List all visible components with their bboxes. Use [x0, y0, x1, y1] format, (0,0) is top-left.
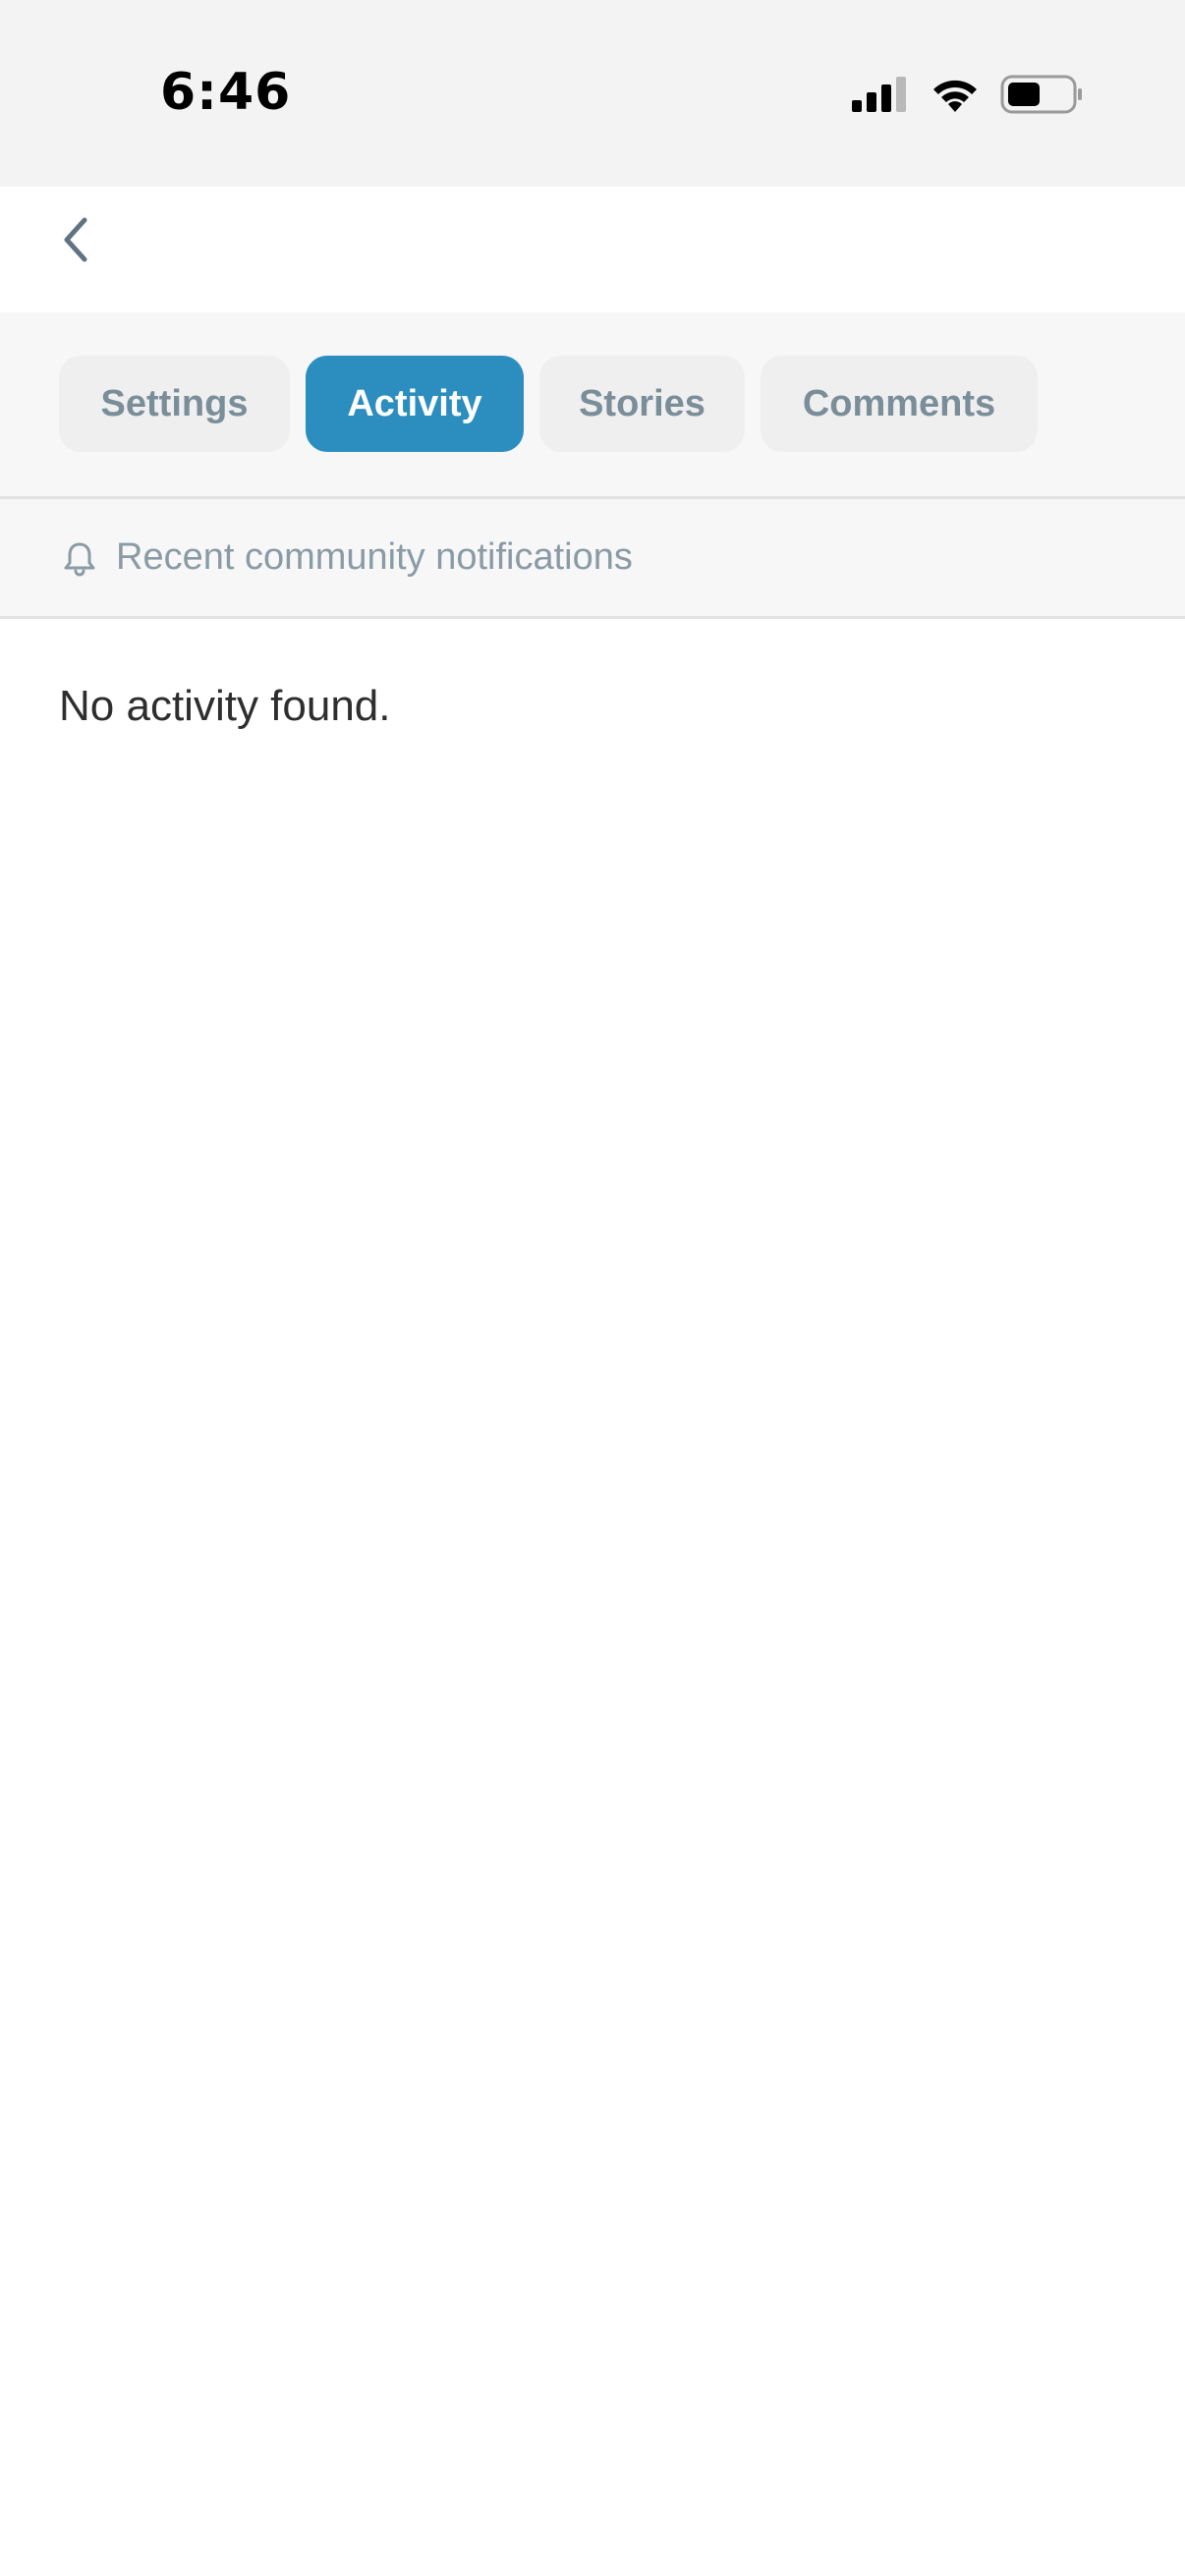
chevron-left-icon — [64, 217, 87, 262]
tab-stories[interactable]: Stories — [539, 356, 745, 452]
bell-icon — [64, 542, 95, 576]
tab-settings[interactable]: Settings — [59, 356, 290, 452]
tab-activity[interactable]: Activity — [306, 356, 524, 452]
tab-comments[interactable]: Comments — [761, 356, 1038, 452]
signal-icon — [852, 77, 906, 112]
back-button[interactable] — [51, 210, 100, 269]
tab-strip: Settings Activity Stories Comments — [0, 312, 1185, 499]
battery-icon — [1000, 75, 1082, 114]
wifi-icon — [933, 80, 977, 112]
status-bar: 6:46 — [0, 0, 1185, 187]
empty-state-message: No activity found. — [59, 682, 391, 730]
notifications-subheader: Recent community notifications — [0, 499, 1185, 619]
status-time: 6:46 — [160, 63, 292, 122]
subheader-text: Recent community notifications — [116, 536, 633, 578]
